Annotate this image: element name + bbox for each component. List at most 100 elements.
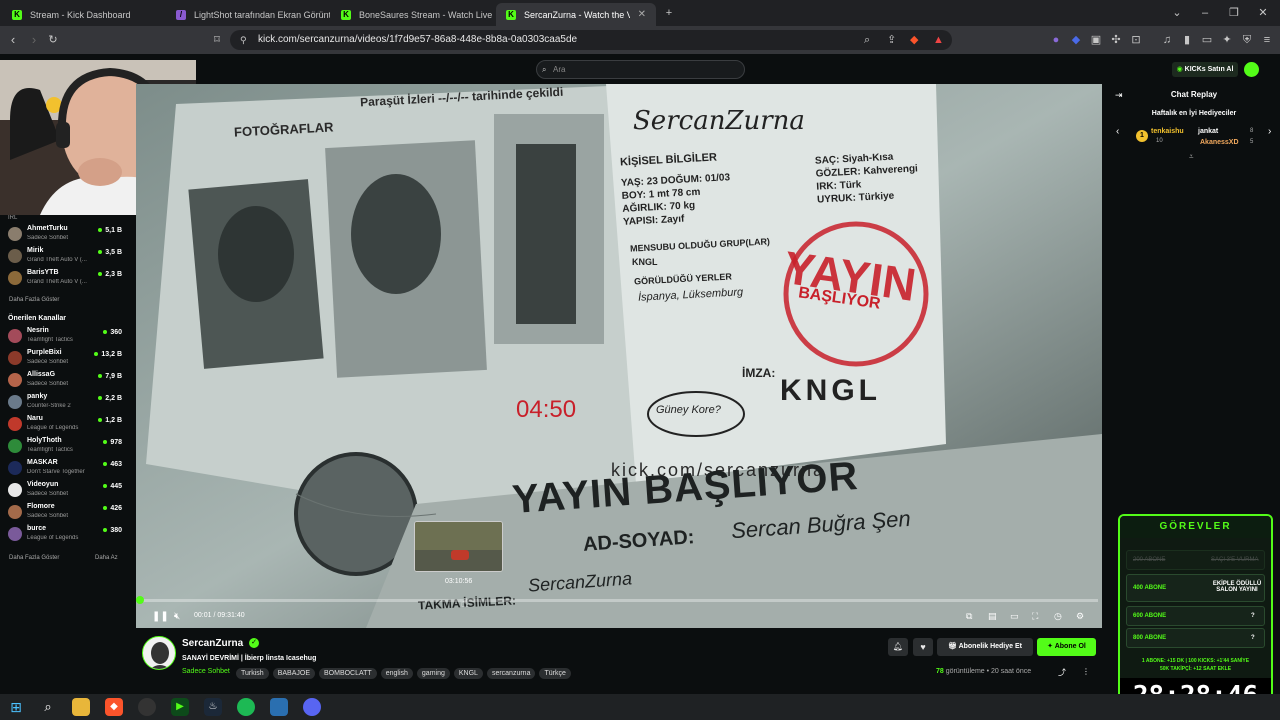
app-icon[interactable] (270, 698, 288, 716)
channel-category: Counter-Strike 2 (27, 403, 71, 409)
channel-avatar[interactable] (142, 636, 176, 670)
close-tab-icon[interactable]: ✕ (638, 9, 646, 20)
search-input[interactable]: ⌕ Ara (536, 60, 745, 79)
leo-icon[interactable]: ✦ (1220, 33, 1234, 47)
show-more-link[interactable]: Daha Fazla Göster (9, 297, 59, 303)
spotify-icon[interactable] (237, 698, 255, 716)
recommended-channel[interactable]: HolyThoth Teamfight Tactics 978 (8, 437, 122, 459)
sidebar-icon[interactable]: ▮ (1180, 33, 1194, 47)
media-player-icon[interactable]: ▶ (171, 698, 189, 716)
gifter-name[interactable]: tenkaishu (1151, 128, 1184, 135)
extension-icon[interactable]: ◆ (1069, 33, 1083, 47)
channel-name[interactable]: SercanZurna (182, 638, 243, 649)
gift-sub-button[interactable]: 🎁︎ Abonelik Hediye Et (937, 638, 1033, 656)
tag[interactable]: KNGL (453, 668, 483, 679)
file-explorer-icon[interactable] (72, 698, 90, 716)
tag[interactable]: gaming (416, 668, 450, 679)
gifter-name[interactable]: AkanessXD (1200, 139, 1239, 146)
more-options-icon[interactable]: ⋮ (1082, 667, 1090, 676)
recommended-channel[interactable]: Videoyun Sadece Sohbet 445 (8, 481, 122, 503)
rewards-icon[interactable]: ▲ (933, 33, 944, 47)
recommended-channel[interactable]: panky Counter-Strike 2 2,2 B (8, 393, 122, 415)
minimize-icon[interactable]: – (1198, 6, 1212, 20)
extension-icon[interactable]: ● (1049, 33, 1063, 47)
forward-icon[interactable]: › (27, 33, 41, 47)
recommended-channel[interactable]: Flomore Sadece Sohbet 426 (8, 503, 122, 525)
video-player[interactable]: Paraşüt İzleri --/--/-- tarihinde çekild… (136, 84, 1102, 628)
show-more-link[interactable]: Daha Fazla Göster (9, 555, 59, 561)
category-link[interactable]: Sadece Sohbet (182, 668, 230, 675)
followed-channel[interactable]: Mirik Grand Theft Auto V (... 3,5 B (8, 247, 122, 269)
prev-arrow-icon[interactable]: ‹ (1116, 126, 1119, 137)
clip-icon[interactable]: ▤ (988, 611, 997, 622)
reload-icon[interactable]: ↻ (46, 33, 60, 47)
brave-browser-icon[interactable]: ◆ (105, 698, 123, 716)
restore-icon[interactable]: ❐ (1227, 6, 1241, 20)
steam-icon[interactable]: ♨ (204, 698, 222, 716)
browser-tab[interactable]: K Stream - Kick Dashboard (2, 3, 165, 26)
miniplayer-icon[interactable]: ⧉ (966, 611, 972, 622)
tag[interactable]: BABAJOE (272, 668, 315, 679)
recommended-channel[interactable]: burce League of Legends 380 (8, 525, 122, 547)
brave-shield-icon[interactable]: ◆ (910, 33, 918, 47)
tag[interactable]: Türkçe (539, 668, 571, 679)
followed-channel[interactable]: AhmetTurku Sadece Sohbet 5,1 B (8, 225, 122, 247)
url-field[interactable]: ⚲ kick.com/sercanzurna/videos/1f7d9e57-8… (230, 30, 952, 50)
tag[interactable]: sercanzurna (486, 668, 536, 679)
recommended-channel[interactable]: AllissaG Sadece Sohbet 7,9 B (8, 371, 122, 393)
view-label: görüntüleme (945, 668, 985, 675)
subscribe-button[interactable]: ✦ Abone Ol (1037, 638, 1096, 656)
search-icon[interactable]: ⌕ (39, 698, 57, 716)
expand-icon[interactable]: ⩡ (1189, 152, 1194, 162)
gifter-name[interactable]: jankat (1198, 128, 1218, 135)
recommended-channel[interactable]: Nesrin Teamfight Tactics 360 (8, 327, 122, 349)
mute-icon[interactable]: 🔇︎ (174, 611, 180, 622)
next-arrow-icon[interactable]: › (1268, 126, 1271, 137)
tab-list-icon[interactable]: ⌄ (1170, 6, 1184, 20)
show-less-link[interactable]: Daha Az (95, 555, 118, 561)
new-tab-icon[interactable]: + (662, 6, 676, 20)
channel-category: Sadece Sohbet (27, 381, 69, 387)
browser-tab[interactable]: K BoneSaures Stream - Watch Live on Kick (331, 3, 494, 26)
obs-icon[interactable] (138, 698, 156, 716)
follow-heart-icon[interactable]: ♥ (913, 638, 933, 656)
recommended-heading: Önerilen Kanallar (8, 315, 66, 322)
menu-icon[interactable]: ≡ (1260, 33, 1274, 47)
seek-bar[interactable] (136, 596, 1098, 604)
fullscreen-icon[interactable]: ⛶ (1032, 611, 1038, 622)
buy-kicks-button[interactable]: ◉ KICKs Satın Al (1172, 62, 1238, 77)
speed-icon[interactable]: ◷ (1054, 611, 1062, 622)
pause-icon[interactable]: ❚❚ (152, 611, 169, 622)
settings-icon[interactable]: ⚙ (1076, 611, 1084, 622)
followed-channel[interactable]: BarisYTB Grand Theft Auto V (... 2,3 B (8, 269, 122, 291)
screenshot-icon[interactable]: ⊡ (1129, 33, 1143, 47)
back-icon[interactable]: ‹ (6, 33, 20, 47)
browser-tab[interactable]: / LightShot tarafından Ekran Görüntüsü ✕ (166, 3, 330, 26)
share-icon[interactable]: ⇪ (887, 33, 896, 47)
channel-category: League of Legends (27, 535, 79, 541)
close-window-icon[interactable]: ✕ (1256, 6, 1270, 20)
tag[interactable]: BOMBOCLATT (319, 668, 377, 679)
windows-start-icon[interactable]: ⊞ (7, 698, 25, 716)
wallet-icon[interactable]: ▭ (1200, 33, 1214, 47)
search-placeholder: Ara (553, 65, 566, 74)
share-icon[interactable]: ⤴ (1058, 667, 1066, 678)
bookmark-icon[interactable]: ⌑ (210, 33, 224, 47)
avatar (8, 351, 22, 365)
search-icon[interactable]: ⌕ (864, 33, 870, 47)
tag[interactable]: Turkish (236, 668, 269, 679)
vpn-icon[interactable]: ⛨ (1240, 33, 1254, 47)
notification-bell-icon[interactable]: 🔔︎ (888, 638, 908, 656)
theater-icon[interactable]: ▭ (1010, 611, 1019, 622)
recommended-channel[interactable]: Naru League of Legends 1,2 B (8, 415, 122, 437)
discord-icon[interactable] (303, 698, 321, 716)
site-info-icon[interactable]: ⚲ (240, 33, 247, 47)
tag[interactable]: english (380, 668, 413, 679)
user-avatar[interactable] (1244, 62, 1259, 77)
puzzle-icon[interactable]: ✣ (1109, 33, 1123, 47)
browser-tab-active[interactable]: K SercanZurna - Watch the VOD on Kick ✕ (496, 3, 656, 26)
recommended-channel[interactable]: MASKAR Don't Starve Together 463 (8, 459, 122, 481)
recommended-channel[interactable]: PurpleBixi Sadece Sohbet 13,2 B (8, 349, 122, 371)
music-icon[interactable]: ♫ (1160, 33, 1174, 47)
extension-icon[interactable]: ▣ (1089, 33, 1103, 47)
